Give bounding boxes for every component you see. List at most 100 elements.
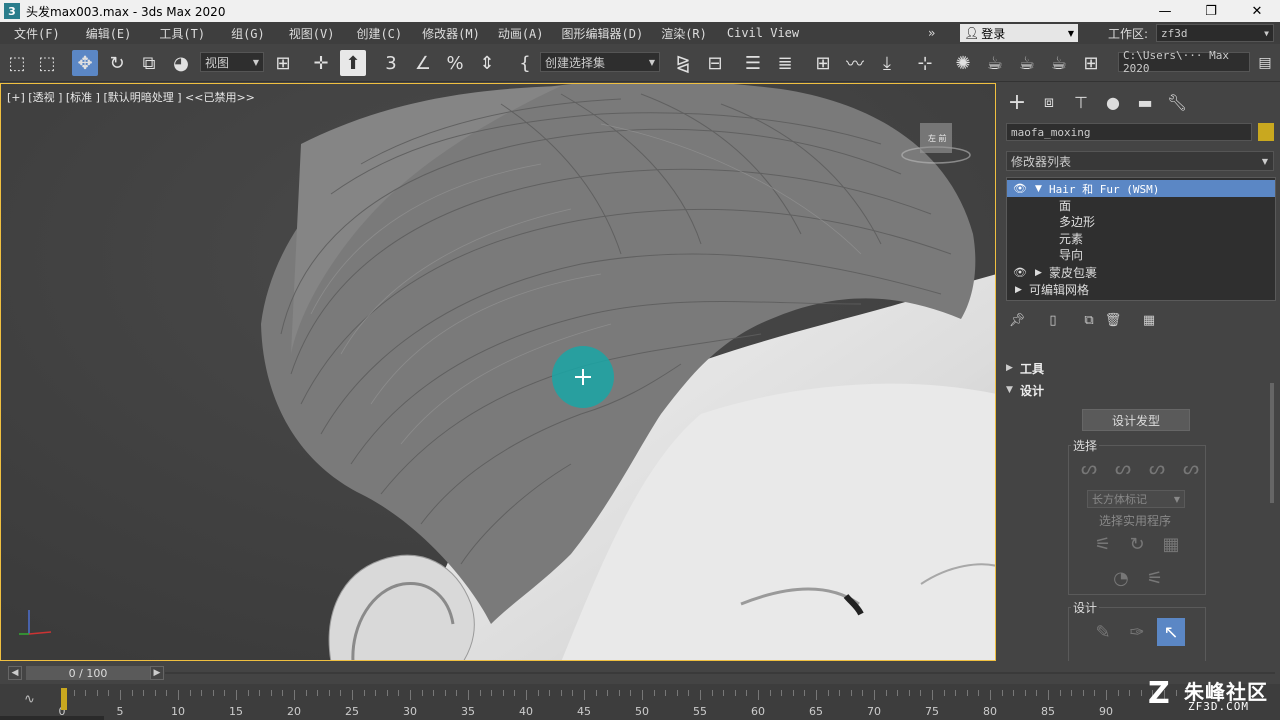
stack-subitem-polygon[interactable]: 多边形 (1007, 213, 1275, 230)
move-tool-icon[interactable]: ✥ (72, 50, 98, 76)
expand-arrow-icon[interactable]: ▶ (1015, 285, 1022, 295)
prev-frame-button[interactable]: ◀ (8, 666, 22, 680)
menu-animation[interactable]: 动画(A) (490, 25, 552, 42)
select-region-icon[interactable]: ⬚ (34, 50, 60, 76)
motion-tab-icon[interactable]: ● (1102, 91, 1124, 113)
render-in-cloud-icon[interactable]: ⊞ (1078, 50, 1104, 76)
pin-stack-icon[interactable]: 📌︎ (1008, 311, 1026, 329)
keyboard-shortcut-toggle-icon[interactable]: ⬆ (340, 50, 366, 76)
stack-item-skin-wrap[interactable]: 👁︎ ▶ 蒙皮包裹 (1007, 264, 1275, 281)
hair-brush-icon[interactable]: ✎ (1089, 618, 1117, 646)
pivot-icon[interactable]: ⊞ (270, 50, 296, 76)
track-bar[interactable]: ∿ 0 5 10 15 20 25 30 35 40 45 50 55 60 65 70 75 80 85 90 (0, 684, 1280, 720)
select-guide-vertices-icon[interactable]: ᔕ (1143, 454, 1171, 482)
menu-create[interactable]: 创建(C) (348, 25, 410, 42)
snap-toggle-icon[interactable]: 3 (378, 50, 404, 76)
material-editor-icon[interactable]: ✺ (950, 50, 976, 76)
hide-selected-icon[interactable]: ◔ (1107, 564, 1135, 592)
menu-edit[interactable]: 编辑(E) (78, 25, 140, 42)
select-manipulate-icon[interactable]: ✛ (308, 50, 334, 76)
cut-hair-icon[interactable]: ✑ (1123, 618, 1151, 646)
utilities-tab-icon[interactable]: 🔧︎ (1166, 91, 1188, 113)
menu-group[interactable]: 组(G) (223, 25, 273, 42)
toggle-ribbon-icon[interactable]: ⊞ (810, 50, 836, 76)
stack-item-hair-and-fur[interactable]: 👁︎ ▼ Hair 和 Fur (WSM) (1007, 180, 1275, 197)
menu-modifiers[interactable]: 修改器(M) (414, 25, 488, 42)
modify-tab-icon[interactable]: ⧈ (1038, 91, 1060, 113)
angle-snap-icon[interactable]: ∠ (410, 50, 436, 76)
curve-editor-icon[interactable]: 〰 (842, 50, 868, 76)
stack-subitem-guides[interactable]: 导向 (1007, 246, 1275, 263)
time-slider-thumb[interactable]: 0 / 100 (26, 666, 150, 680)
menu-tools[interactable]: 工具(T) (151, 25, 213, 42)
rollout-tools[interactable]: ▶ 工具 (1006, 359, 1268, 377)
selection-set-dropdown[interactable]: 创建选择集 ▼ (540, 52, 660, 72)
show-end-result-icon[interactable]: ▯ (1044, 311, 1062, 329)
remove-modifier-icon[interactable]: 🗑︎ (1104, 311, 1122, 329)
object-name-field[interactable]: maofa_moxing (1006, 123, 1252, 141)
rollout-design[interactable]: ▼ 设计 (1006, 381, 1268, 399)
menu-graph-editors[interactable]: 图形编辑器(D) (554, 25, 652, 42)
make-unique-icon[interactable]: ⧉ (1080, 311, 1098, 329)
eye-icon[interactable]: 👁︎ (1013, 182, 1027, 195)
menu-views[interactable]: 视图(V) (281, 25, 343, 42)
select-marker-dropdown[interactable]: 长方体标记 ▼ (1087, 490, 1185, 508)
render-production-icon[interactable]: ☕︎ (1046, 50, 1072, 76)
frame-ruler[interactable]: 0 5 10 15 20 25 30 35 40 45 50 55 60 65 70 75 80 85 90 (59, 690, 1232, 718)
select-hair-root-icon[interactable]: ᔕ (1177, 454, 1205, 482)
ref-coord-dropdown[interactable]: 视图 ▼ (200, 52, 264, 72)
scale-tool-icon[interactable]: ⧉ (136, 50, 162, 76)
expand-arrow-icon[interactable]: ▶ (1035, 268, 1042, 278)
expand-selection-icon[interactable]: ▦ (1157, 530, 1185, 558)
close-button[interactable]: ✕ (1234, 0, 1280, 22)
design-hairstyle-button[interactable]: 设计发型 (1082, 409, 1190, 431)
render-setup-icon[interactable]: ☕︎ (982, 50, 1008, 76)
align-icon[interactable]: ⊟ (702, 50, 728, 76)
login-dropdown[interactable]: 👤︎ 登录 ▼ (960, 24, 1078, 42)
configure-sets-icon[interactable]: ▦ (1140, 311, 1158, 329)
eye-icon[interactable]: 👁︎ (1013, 266, 1027, 279)
time-slider-track[interactable] (165, 672, 1275, 674)
select-whole-guide-icon[interactable]: ᔕ (1109, 454, 1137, 482)
object-color-swatch[interactable] (1258, 123, 1274, 141)
rotate-tool-icon[interactable]: ↻ (104, 50, 130, 76)
menu-civil-view[interactable]: Civil View (719, 26, 807, 40)
current-frame-marker[interactable] (61, 688, 67, 710)
menu-more-icon[interactable]: » (920, 26, 943, 40)
layer-explorer-icon[interactable]: ≣ (772, 50, 798, 76)
menu-file[interactable]: 文件(F) (6, 25, 68, 42)
select-by-hair-end-icon[interactable]: ᔕ (1075, 454, 1103, 482)
percent-snap-icon[interactable]: % (442, 50, 468, 76)
project-folder-icon[interactable]: ▤ (1252, 50, 1278, 76)
mini-curve-editor-icon[interactable]: ∿ (24, 692, 35, 707)
command-panel-scrollbar[interactable] (1270, 383, 1274, 503)
create-tab-icon[interactable]: + (1006, 90, 1028, 115)
select-object-icon[interactable]: ⬚ (4, 50, 30, 76)
stack-item-editable-mesh[interactable]: ▶ 可编辑网格 (1007, 281, 1275, 298)
select-cursor-icon[interactable]: ↖ (1157, 618, 1185, 646)
rendered-frame-icon[interactable]: ☕︎ (1014, 50, 1040, 76)
next-frame-button[interactable]: ▶ (150, 666, 164, 680)
mirror-icon[interactable]: ⧎ (670, 50, 696, 76)
maximize-button[interactable]: ❐ (1188, 0, 1234, 22)
invert-selection-icon[interactable]: ⚟ (1089, 530, 1117, 558)
hierarchy-tab-icon[interactable]: ⊤ (1070, 91, 1092, 113)
edit-named-selection-icon[interactable]: { (512, 50, 538, 76)
display-tab-icon[interactable]: ▬ (1134, 91, 1156, 113)
scene-explorer-icon[interactable]: ☰ (740, 50, 766, 76)
schematic-view-icon[interactable]: ⊹ (912, 50, 938, 76)
workspace-select[interactable]: zf3d ▼ (1156, 24, 1274, 42)
show-hidden-icon[interactable]: ⚟ (1141, 564, 1169, 592)
place-tool-icon[interactable]: ◕ (168, 50, 194, 76)
perspective-viewport[interactable]: [+] [透视 ] [标准 ] [默认明暗处理 ] <<已禁用>> 左 前 (0, 83, 996, 661)
stack-subitem-face[interactable]: 面 (1007, 197, 1275, 214)
expand-arrow-icon[interactable]: ▼ (1035, 184, 1042, 194)
spinner-snap-icon[interactable]: ⇕ (474, 50, 500, 76)
modifier-list-dropdown[interactable]: 修改器列表 ▼ (1006, 151, 1274, 171)
minimize-button[interactable]: — (1142, 0, 1188, 22)
menu-rendering[interactable]: 渲染(R) (653, 25, 715, 42)
dope-sheet-icon[interactable]: ⤓ (874, 50, 900, 76)
stack-subitem-element[interactable]: 元素 (1007, 230, 1275, 247)
viewport-label[interactable]: [+] [透视 ] [标准 ] [默认明暗处理 ] <<已禁用>> (7, 89, 255, 105)
project-path-field[interactable]: C:\Users\··· Max 2020 (1118, 49, 1250, 75)
